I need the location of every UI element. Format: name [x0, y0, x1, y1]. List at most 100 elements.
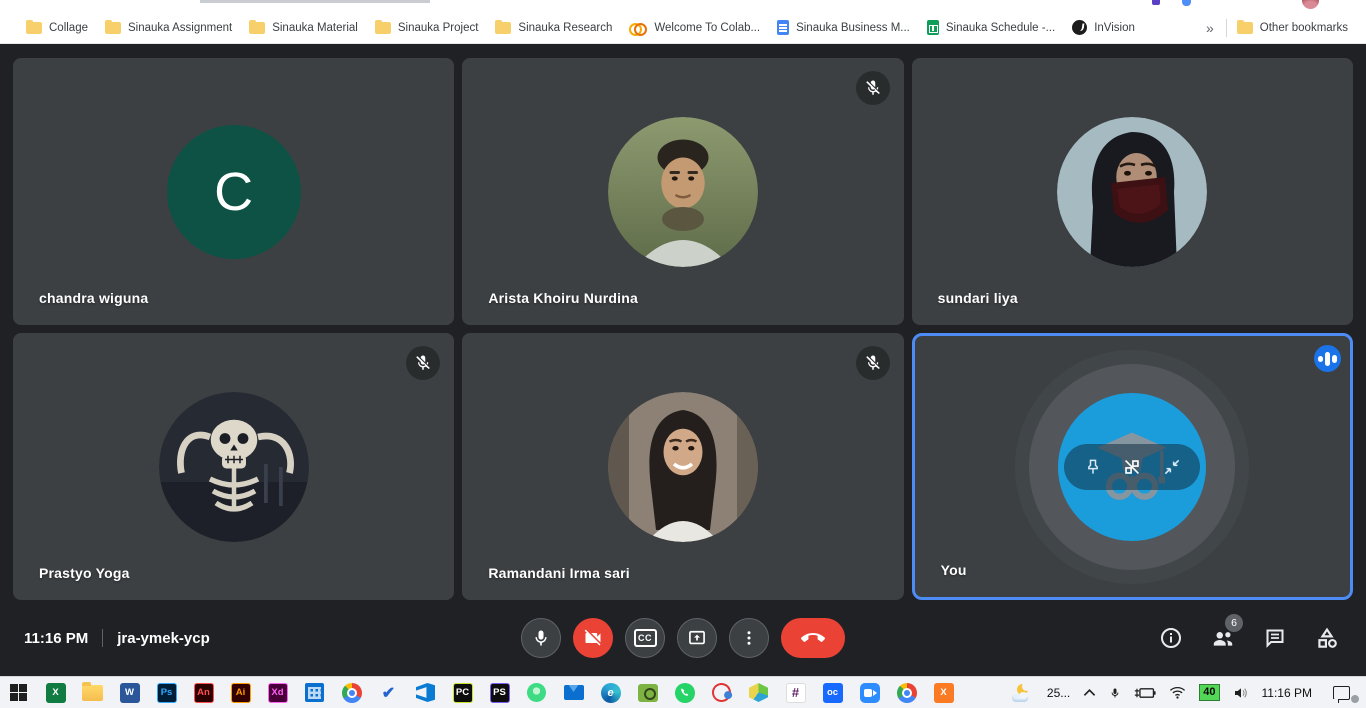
- taskbar-app-chrome[interactable]: [333, 677, 370, 708]
- taskbar-app-android-studio[interactable]: [518, 677, 555, 708]
- taskbar-clock[interactable]: 11:16 PM: [1262, 686, 1312, 700]
- tray-chevron-icon[interactable]: [1083, 688, 1096, 697]
- participant-tile-chandra[interactable]: C chandra wiguna: [13, 58, 454, 325]
- system-tray: 25... 40 11:16 PM: [1012, 677, 1366, 708]
- mic-muted-badge: [406, 346, 440, 380]
- self-tile-hover-actions: [1064, 444, 1200, 490]
- weather-icon[interactable]: [1012, 684, 1034, 702]
- weather-temp[interactable]: 25...: [1047, 686, 1070, 700]
- windows-logo-icon: [10, 684, 27, 701]
- minimize-icon[interactable]: [1162, 457, 1182, 477]
- present-button[interactable]: [677, 618, 717, 658]
- bookmark-sinauka-material[interactable]: Sinauka Material: [249, 22, 358, 34]
- taskbar-app-oc[interactable]: oc: [814, 677, 851, 708]
- taskbar-app-whatsapp[interactable]: [666, 677, 703, 708]
- taskbar-app-excel[interactable]: X: [37, 677, 74, 708]
- xampp-icon: X: [934, 683, 954, 703]
- bookmark-sinauka-assignment[interactable]: Sinauka Assignment: [105, 22, 232, 34]
- wifi-icon[interactable]: [1169, 686, 1186, 699]
- taskbar-app-zoom[interactable]: [851, 677, 888, 708]
- meeting-details-button[interactable]: [1158, 625, 1184, 651]
- battery-percent-badge[interactable]: 40: [1199, 684, 1219, 701]
- taskbar-app-camera[interactable]: [629, 677, 666, 708]
- taskbar-app-photoshop[interactable]: Ps: [148, 677, 185, 708]
- participant-tile-you[interactable]: You: [912, 333, 1353, 600]
- bookmark-sinauka-project[interactable]: Sinauka Project: [375, 22, 479, 34]
- activities-button[interactable]: [1314, 625, 1340, 651]
- vscode-icon: [416, 683, 435, 702]
- taskbar-app-calendar[interactable]: [296, 677, 333, 708]
- taskbar-app-utility[interactable]: [703, 677, 740, 708]
- taskbar-app-todo[interactable]: ✔: [370, 677, 407, 708]
- mic-off-icon: [864, 79, 882, 97]
- taskbar-app-word[interactable]: W: [111, 677, 148, 708]
- taskbar-app-edge[interactable]: e: [592, 677, 629, 708]
- chat-button[interactable]: [1262, 625, 1288, 651]
- battery-charging-icon[interactable]: [1134, 686, 1156, 700]
- hang-up-button[interactable]: [781, 618, 845, 658]
- bookmark-sinauka-schedule[interactable]: Sinauka Schedule -...: [927, 20, 1055, 35]
- edge-icon: e: [601, 683, 621, 703]
- bookmark-welcome-to-colab[interactable]: Welcome To Colab...: [629, 22, 760, 34]
- meeting-side-controls: 6: [1158, 625, 1340, 651]
- videocam-off-icon: [583, 628, 603, 648]
- bookmarks-divider: [1226, 19, 1227, 37]
- more-options-button[interactable]: [729, 618, 769, 658]
- invision-icon: [1072, 20, 1087, 35]
- screen: Collage Sinauka Assignment Sinauka Mater…: [0, 0, 1366, 708]
- taskbar-app-pycharm[interactable]: PC: [444, 677, 481, 708]
- taskbar-app-chrome-profile[interactable]: [888, 677, 925, 708]
- bookmark-label: Sinauka Project: [398, 22, 479, 34]
- google-docs-icon: [777, 20, 789, 35]
- taskbar-app-mail[interactable]: [555, 677, 592, 708]
- chrome-icon: [342, 683, 362, 703]
- action-center-icon[interactable]: [1333, 686, 1350, 700]
- mic-off-icon: [864, 354, 882, 372]
- android-studio-icon: [527, 683, 546, 702]
- taskbar-app-animate[interactable]: An: [185, 677, 222, 708]
- hide-tile-icon[interactable]: [1121, 456, 1143, 478]
- taskbar-app-file-explorer[interactable]: [74, 677, 111, 708]
- participants-button[interactable]: 6: [1210, 625, 1236, 651]
- bookmark-sinauka-business[interactable]: Sinauka Business M...: [777, 20, 910, 35]
- avatar-letter: C: [214, 161, 253, 223]
- mic-button[interactable]: [521, 618, 561, 658]
- meeting-info: 11:16 PM jra-ymek-ycp: [24, 629, 210, 647]
- bookmark-label: Collage: [49, 22, 88, 34]
- taskbar-app-illustrator[interactable]: Ai: [222, 677, 259, 708]
- excel-icon: X: [46, 683, 66, 703]
- bookmark-collage[interactable]: Collage: [26, 22, 88, 34]
- participant-tile-sundari[interactable]: sundari liya: [912, 58, 1353, 325]
- taskbar-app-slack[interactable]: #: [777, 677, 814, 708]
- taskbar-app-hexagon[interactable]: [740, 677, 777, 708]
- tray-mic-icon[interactable]: [1109, 685, 1121, 701]
- bookmarks-overflow-chevron[interactable]: »: [1196, 20, 1224, 36]
- taskbar-app-phpstorm[interactable]: PS: [481, 677, 518, 708]
- participant-tile-prastyo[interactable]: Prastyo Yoga: [13, 333, 454, 600]
- participant-tile-ramandani[interactable]: Ramandani Irma sari: [462, 333, 903, 600]
- camera-off-button[interactable]: [573, 618, 613, 658]
- mail-icon: [564, 685, 584, 700]
- avatar-photo-man: [608, 117, 758, 267]
- pin-icon[interactable]: [1083, 457, 1103, 477]
- participant-name: chandra wiguna: [39, 290, 148, 306]
- start-button[interactable]: [0, 677, 37, 708]
- adobe-xd-icon: Xd: [268, 683, 288, 703]
- speaker-icon[interactable]: [1233, 686, 1249, 700]
- bookmark-sinauka-research[interactable]: Sinauka Research: [495, 22, 612, 34]
- divider: [102, 629, 103, 647]
- bookmark-label: Sinauka Material: [272, 22, 358, 34]
- folder-icon: [26, 22, 42, 34]
- hang-up-icon: [801, 626, 825, 650]
- participant-tile-arista[interactable]: Arista Khoiru Nurdina: [462, 58, 903, 325]
- taskbar-app-adobe-xd[interactable]: Xd: [259, 677, 296, 708]
- avatar-illustration-skeleton: [159, 392, 309, 542]
- folder-icon: [495, 22, 511, 34]
- avatar-photo-woman-smile: [608, 392, 758, 542]
- taskbar-app-vscode[interactable]: [407, 677, 444, 708]
- bookmark-invision[interactable]: InVision: [1072, 20, 1135, 35]
- avatar-initial: C: [167, 125, 301, 259]
- other-bookmarks-button[interactable]: Other bookmarks: [1237, 22, 1348, 34]
- taskbar-app-xampp[interactable]: X: [925, 677, 962, 708]
- captions-button[interactable]: CC: [625, 618, 665, 658]
